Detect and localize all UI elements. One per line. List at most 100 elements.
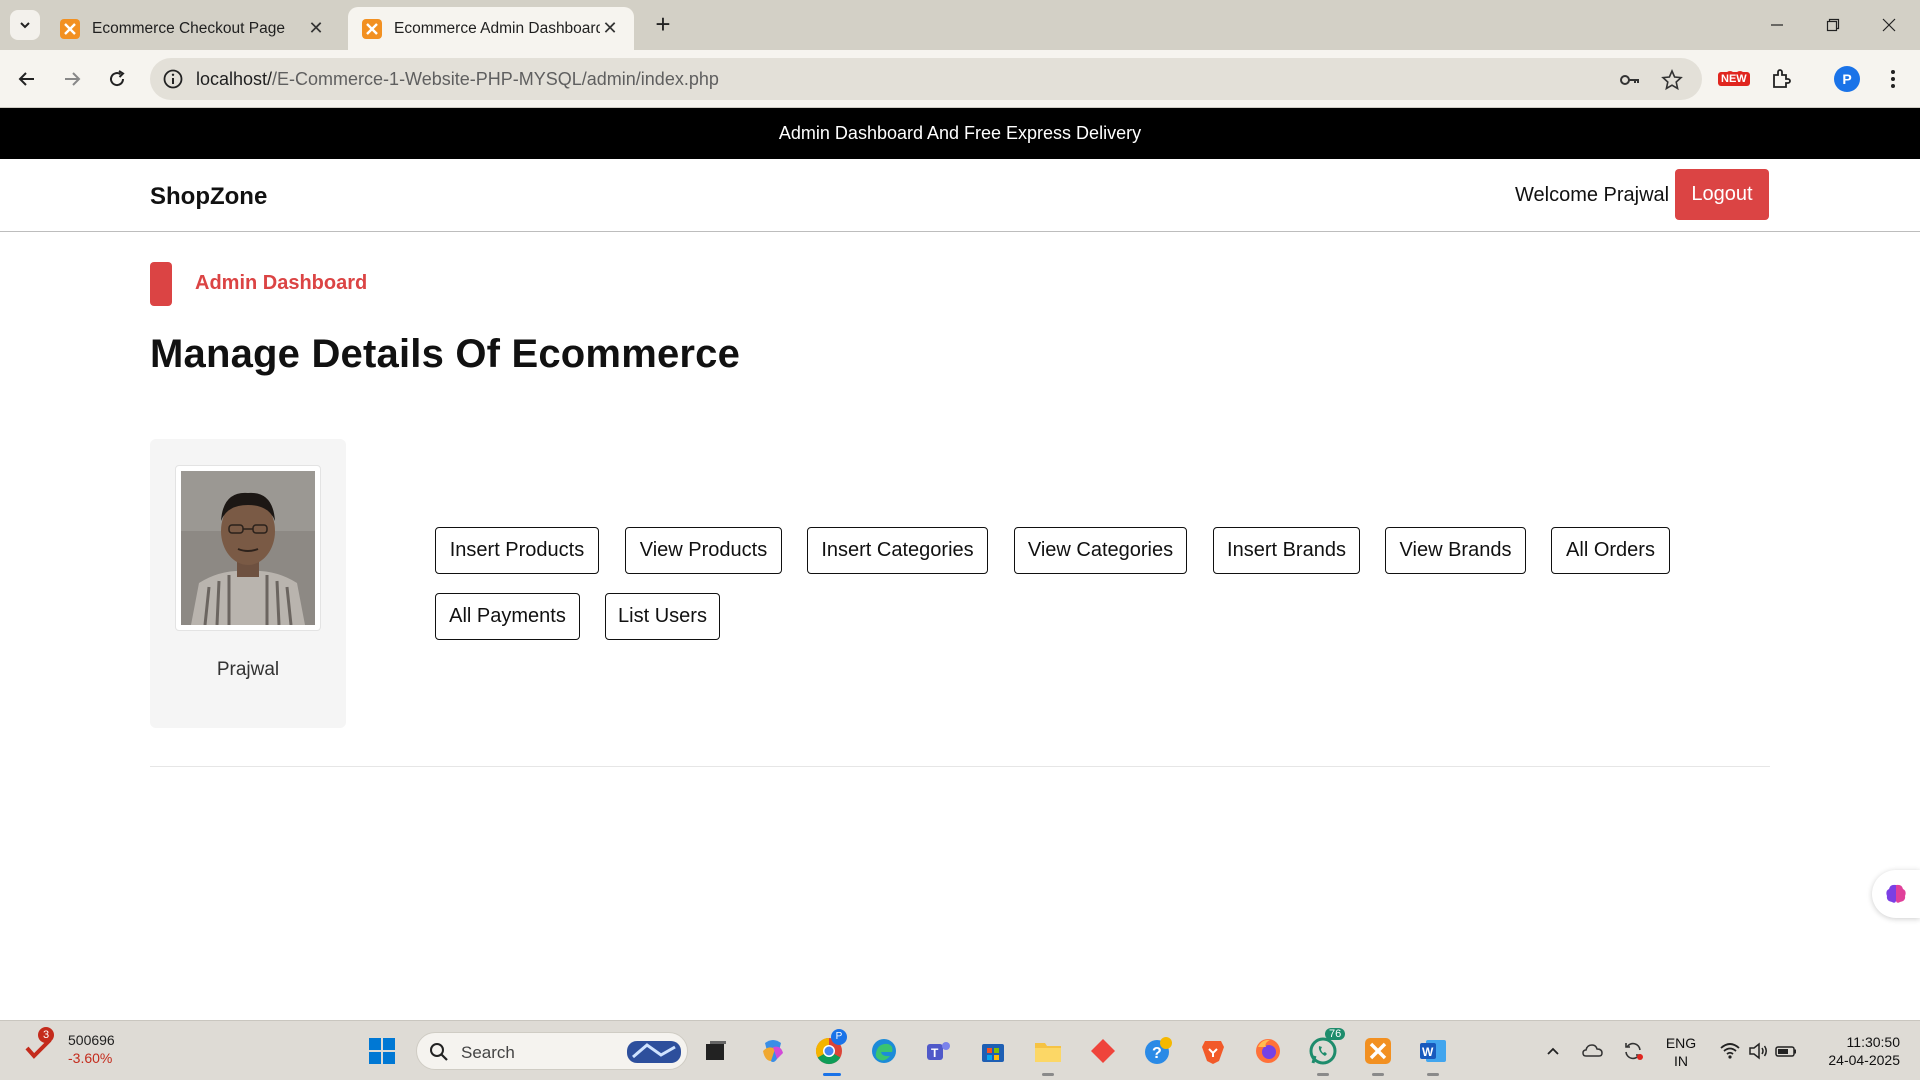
content-divider	[150, 766, 1770, 767]
reload-icon	[110, 70, 125, 87]
language-indicator[interactable]: ENG IN	[1663, 1034, 1699, 1070]
stock-value: 500696	[68, 1032, 115, 1048]
welcome-text: Welcome Prajwal	[1515, 184, 1670, 206]
language-code: ENG	[1665, 1035, 1697, 1051]
running-app-indicator	[1042, 1073, 1054, 1076]
list-users-button[interactable]: List Users	[605, 593, 720, 640]
search-highlight-icon	[627, 1041, 681, 1063]
admin-profile-card: Prajwal	[150, 439, 346, 728]
task-view-icon[interactable]	[700, 1035, 732, 1067]
breadcrumb: Admin Dashboard	[195, 272, 368, 294]
battery-icon[interactable]	[1770, 1035, 1802, 1067]
profile-initial: P	[1834, 66, 1860, 92]
tab-admin-dashboard[interactable]: Ecommerce Admin Dashboard ✕	[348, 7, 634, 50]
svg-text:?: ?	[1152, 1045, 1162, 1062]
search-icon	[430, 1043, 448, 1061]
arrow-right-icon	[65, 72, 81, 86]
browser-tab-strip: Ecommerce Checkout Page ✕ Ecommerce Admi…	[0, 0, 1920, 50]
svg-text:T: T	[931, 1046, 939, 1060]
admin-name: Prajwal	[216, 659, 280, 680]
new-badge: NEW	[1718, 72, 1750, 86]
reload-button[interactable]	[100, 62, 134, 96]
site-header: ShopZone Welcome Prajwal Logout	[0, 159, 1920, 232]
all-orders-button[interactable]: All Orders	[1551, 527, 1670, 574]
search-placeholder: Search	[461, 1043, 515, 1062]
insert-products-button[interactable]: Insert Products	[435, 527, 599, 574]
help-icon[interactable]: ?	[1142, 1035, 1174, 1067]
clock[interactable]: 11:30:50 24-04-2025	[1810, 1033, 1900, 1069]
more-vertical-icon	[1891, 70, 1895, 88]
close-icon[interactable]: ✕	[600, 18, 620, 39]
chevron-up-icon[interactable]	[1537, 1035, 1569, 1067]
forward-button[interactable]	[55, 62, 89, 96]
region-code: IN	[1674, 1053, 1688, 1069]
url-host: localhost/	[196, 69, 273, 89]
insert-categories-button[interactable]: Insert Categories	[807, 527, 988, 574]
clock-time: 11:30:50	[1846, 1034, 1900, 1050]
password-key-icon[interactable]	[1618, 68, 1642, 92]
chevron-down-icon	[20, 22, 30, 29]
profile-avatar[interactable]: P	[1830, 62, 1864, 96]
tab-search-button[interactable]	[10, 10, 40, 40]
logout-button[interactable]: Logout	[1675, 169, 1769, 220]
xampp-icon	[60, 18, 80, 39]
view-categories-button[interactable]: View Categories	[1014, 527, 1187, 574]
view-products-button[interactable]: View Products	[625, 527, 782, 574]
back-button[interactable]	[10, 62, 44, 96]
stock-widget[interactable]: 3 500696 -3.60%	[24, 1027, 115, 1067]
xampp-icon	[362, 18, 382, 39]
file-explorer-icon[interactable]	[1032, 1035, 1064, 1067]
edge-icon[interactable]	[868, 1035, 900, 1067]
chrome-profile-badge: P	[831, 1029, 847, 1045]
browser-menu-button[interactable]	[1876, 62, 1910, 96]
svg-text:W: W	[1422, 1045, 1434, 1059]
minimize-button[interactable]	[1754, 8, 1800, 42]
close-icon[interactable]: ✕	[306, 18, 326, 39]
url-path: /E-Commerce-1-Website-PHP-MYSQL/admin/in…	[272, 69, 719, 89]
whatsapp-count-badge: 76	[1325, 1028, 1346, 1040]
microsoft-store-icon[interactable]	[977, 1035, 1009, 1067]
insert-brands-button[interactable]: Insert Brands	[1213, 527, 1360, 574]
onedrive-icon[interactable]	[1577, 1035, 1609, 1067]
taskbar-search[interactable]: Search	[416, 1032, 688, 1070]
restore-button[interactable]	[1810, 8, 1856, 42]
tab-checkout[interactable]: Ecommerce Checkout Page ✕	[46, 7, 340, 50]
minimize-icon	[1771, 24, 1783, 26]
copilot-icon[interactable]	[757, 1035, 789, 1067]
running-app-indicator	[1372, 1073, 1384, 1076]
url-text[interactable]: localhost//E-Commerce-1-Website-PHP-MYSQ…	[196, 69, 719, 90]
active-app-indicator	[823, 1073, 841, 1076]
windows-taskbar: 3 500696 -3.60% Search P T ? 76 W ENG IN…	[0, 1020, 1920, 1080]
site-info-icon[interactable]	[162, 68, 184, 95]
whatsapp-icon[interactable]: 76	[1307, 1028, 1346, 1067]
breadcrumb-marker	[150, 262, 172, 306]
close-window-button[interactable]	[1866, 8, 1912, 42]
new-tab-button[interactable]: +	[650, 11, 676, 38]
browser-toolbar: localhost//E-Commerce-1-Website-PHP-MYSQ…	[0, 50, 1920, 108]
brand-logo[interactable]: ShopZone	[150, 183, 267, 211]
windows-start-icon[interactable]	[366, 1035, 398, 1067]
clock-date: 24-04-2025	[1828, 1052, 1900, 1068]
anydesk-icon[interactable]	[1087, 1035, 1119, 1067]
chrome-icon[interactable]: P	[813, 1029, 847, 1067]
arrow-left-icon	[18, 72, 34, 86]
brave-icon[interactable]	[1197, 1035, 1229, 1067]
tab-title: Ecommerce Checkout Page	[92, 19, 285, 37]
extensions-puzzle-icon[interactable]	[1764, 62, 1798, 96]
restore-icon	[1826, 18, 1840, 32]
ai-assistant-button[interactable]	[1872, 870, 1920, 918]
running-app-indicator	[1317, 1073, 1329, 1076]
running-app-indicator	[1427, 1073, 1439, 1076]
stock-change: -3.60%	[68, 1050, 113, 1066]
bookmark-star-icon[interactable]	[1660, 68, 1684, 92]
all-payments-button[interactable]: All Payments	[435, 593, 580, 640]
word-icon[interactable]: W	[1417, 1035, 1449, 1067]
page-title: Manage Details Of Ecommerce	[150, 332, 741, 376]
address-bar[interactable]: localhost//E-Commerce-1-Website-PHP-MYSQ…	[150, 58, 1702, 100]
teams-icon[interactable]: T	[922, 1035, 954, 1067]
firefox-icon[interactable]	[1252, 1035, 1284, 1067]
brain-icon	[1886, 884, 1906, 903]
view-brands-button[interactable]: View Brands	[1385, 527, 1526, 574]
sync-icon[interactable]	[1617, 1035, 1649, 1067]
xampp-icon[interactable]	[1362, 1035, 1394, 1067]
